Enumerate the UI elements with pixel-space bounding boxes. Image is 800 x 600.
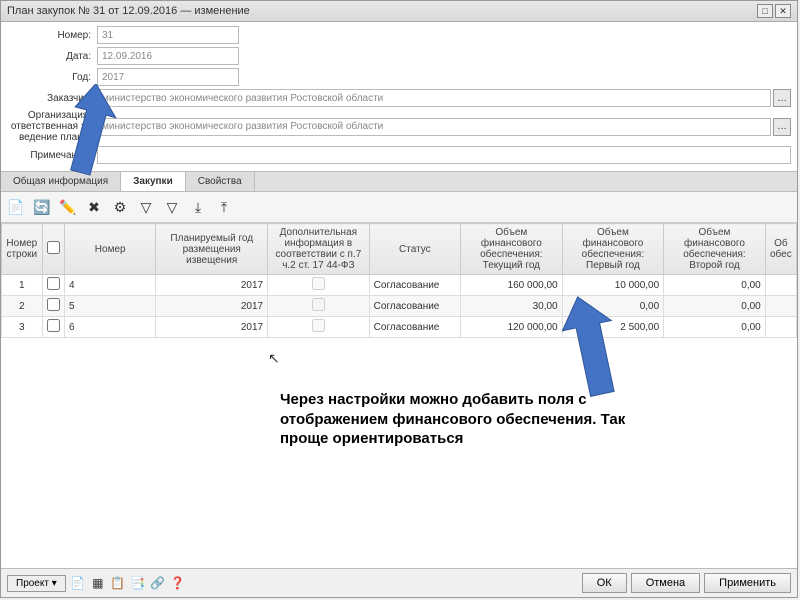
window-title: План закупок № 31 от 12.09.2016 — измене… (7, 5, 250, 17)
edit-icon[interactable]: ✏️ (57, 196, 79, 218)
grid-icon[interactable]: ▦ (90, 575, 106, 591)
number-field[interactable] (97, 26, 239, 44)
cell-fin-more (765, 275, 796, 296)
apply-button[interactable]: Применить (704, 573, 791, 593)
titlebar: План закупок № 31 от 12.09.2016 — измене… (1, 1, 797, 22)
cell-status: Согласование (369, 275, 460, 296)
col-extra-info[interactable]: Дополнительная информация в соответствии… (268, 224, 370, 275)
grid-toolbar: 📄 🔄 ✏️ ✖ ⚙ ▽ ▽ ⤓ ⤒ (1, 192, 797, 223)
org-label: Организация, ответственная за ведение пл… (7, 110, 97, 143)
cell-checkbox[interactable] (42, 275, 64, 296)
cell-year: 2017 (156, 317, 268, 338)
tab-purchases[interactable]: Закупки (121, 172, 186, 191)
cell-fin-more (765, 317, 796, 338)
link-icon[interactable]: 🔗 (150, 575, 166, 591)
col-plan-year[interactable]: Планируемый год размещения извещения (156, 224, 268, 275)
cell-number: 6 (64, 317, 155, 338)
table-row[interactable]: 362017 Согласование120 000,002 500,000,00 (2, 317, 797, 338)
col-rownum[interactable]: Номер строки (2, 224, 43, 275)
form-area: Номер: Дата: Год: Заказчик: … Организаци… (1, 22, 797, 171)
project-dropdown[interactable]: Проект ▾ (7, 575, 66, 592)
org-lookup-button[interactable]: … (773, 118, 791, 136)
cell-fin-cur: 120 000,00 (461, 317, 563, 338)
cell-status: Согласование (369, 296, 460, 317)
cell-year: 2017 (156, 296, 268, 317)
cell-number: 5 (64, 296, 155, 317)
import-icon[interactable]: ⤒ (213, 196, 235, 218)
cell-extra (268, 275, 370, 296)
ok-button[interactable]: ОК (582, 573, 627, 593)
cell-fin-second: 0,00 (664, 296, 766, 317)
note-field[interactable] (97, 146, 791, 164)
tabs: Общая информация Закупки Свойства (1, 171, 797, 192)
cell-fin-second: 0,00 (664, 275, 766, 296)
cell-fin-second: 0,00 (664, 317, 766, 338)
customer-lookup-button[interactable]: … (773, 89, 791, 107)
col-fin-first[interactable]: Объем финансового обеспечения: Первый го… (562, 224, 664, 275)
cell-fin-cur: 160 000,00 (461, 275, 563, 296)
help-icon[interactable]: ❓ (170, 575, 186, 591)
number-label: Номер: (7, 30, 97, 41)
cell-year: 2017 (156, 275, 268, 296)
cell-number: 4 (64, 275, 155, 296)
tab-properties[interactable]: Свойства (186, 172, 255, 191)
settings-icon[interactable]: ⚙ (109, 196, 131, 218)
cursor-icon: ↖ (268, 350, 280, 367)
export-icon[interactable]: ⤓ (187, 196, 209, 218)
col-status[interactable]: Статус (369, 224, 460, 275)
filter-clear-icon[interactable]: ▽ (161, 196, 183, 218)
refresh-icon[interactable]: 🔄 (31, 196, 53, 218)
annotation-text: Через настройки можно добавить поля с от… (280, 390, 660, 449)
col-checkbox[interactable] (42, 224, 64, 275)
close-icon[interactable]: ✕ (775, 4, 791, 18)
delete-icon[interactable]: ✖ (83, 196, 105, 218)
table-row[interactable]: 142017 Согласование160 000,0010 000,000,0… (2, 275, 797, 296)
list-icon[interactable]: 📋 (110, 575, 126, 591)
bottom-bar: Проект ▾ 📄 ▦ 📋 📑 🔗 ❓ ОК Отмена Применить (1, 568, 797, 597)
customer-field[interactable] (97, 89, 771, 107)
tab-general[interactable]: Общая информация (1, 172, 121, 191)
cell-fin-more (765, 296, 796, 317)
copy-icon[interactable]: 📑 (130, 575, 146, 591)
cell-rownum: 3 (2, 317, 43, 338)
cancel-button[interactable]: Отмена (631, 573, 700, 593)
cell-checkbox[interactable] (42, 296, 64, 317)
date-field[interactable] (97, 47, 239, 65)
cell-fin-first: 10 000,00 (562, 275, 664, 296)
cell-extra (268, 296, 370, 317)
filter-icon[interactable]: ▽ (135, 196, 157, 218)
date-label: Дата: (7, 51, 97, 62)
cell-rownum: 1 (2, 275, 43, 296)
add-icon[interactable]: 📄 (5, 196, 27, 218)
cell-fin-cur: 30,00 (461, 296, 563, 317)
doc-icon[interactable]: 📄 (70, 575, 86, 591)
cell-checkbox[interactable] (42, 317, 64, 338)
cell-fin-first: 0,00 (562, 296, 664, 317)
org-field[interactable] (97, 118, 771, 136)
year-field[interactable] (97, 68, 239, 86)
year-label: Год: (7, 72, 97, 83)
col-number[interactable]: Номер (64, 224, 155, 275)
customer-label: Заказчик: (7, 93, 97, 104)
col-fin-current[interactable]: Объем финансового обеспечения: Текущий г… (461, 224, 563, 275)
note-label: Примечание: (7, 150, 97, 161)
maximize-icon[interactable]: □ (757, 4, 773, 18)
cell-status: Согласование (369, 317, 460, 338)
table-row[interactable]: 252017Согласование30,000,000,00 (2, 296, 797, 317)
select-all-checkbox[interactable] (47, 241, 60, 254)
col-fin-second[interactable]: Объем финансового обеспечения: Второй го… (664, 224, 766, 275)
cell-rownum: 2 (2, 296, 43, 317)
cell-extra (268, 317, 370, 338)
col-fin-more[interactable]: Об обес (765, 224, 796, 275)
cell-fin-first: 2 500,00 (562, 317, 664, 338)
